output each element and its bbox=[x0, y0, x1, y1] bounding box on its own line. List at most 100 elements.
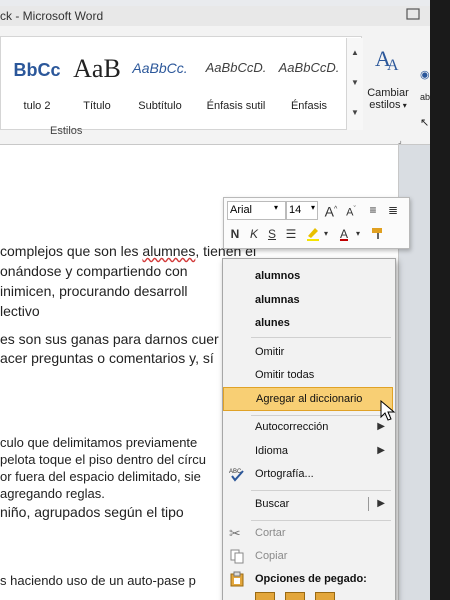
submenu-divider bbox=[368, 497, 369, 511]
chevron-down-icon: ▾ bbox=[400, 101, 407, 110]
style-sample: AaBbCcD. bbox=[205, 60, 267, 75]
replace-icon: ab bbox=[420, 92, 431, 102]
format-painter-icon[interactable] bbox=[369, 225, 387, 243]
copy-item[interactable]: Copiar bbox=[223, 545, 395, 567]
shrink-font-glyph: A bbox=[346, 206, 354, 219]
search-label: Buscar bbox=[255, 498, 290, 510]
misspelled-word[interactable]: alumnes bbox=[142, 243, 195, 259]
suggestion-item[interactable]: alumnas bbox=[223, 289, 395, 311]
window-title: ck - Microsoft Word bbox=[0, 9, 104, 23]
chevron-right-icon: ▶ bbox=[377, 445, 385, 456]
chevron-down-icon[interactable]: ▾ bbox=[311, 203, 315, 212]
mouse-pointer-icon bbox=[380, 399, 398, 422]
binoculars-icon: ◉ bbox=[420, 69, 430, 81]
chevron-down-icon[interactable]: ▾ bbox=[322, 225, 330, 243]
style-name: Énfasis bbox=[290, 100, 328, 112]
paste-keep-source-icon[interactable] bbox=[255, 592, 275, 600]
style-sample: AaBbCcD. bbox=[278, 60, 340, 75]
italic-button[interactable]: K bbox=[246, 225, 262, 243]
language-label: Idioma bbox=[255, 445, 289, 457]
highlighter-icon[interactable] bbox=[304, 225, 322, 243]
cursor-icon: ↖ bbox=[420, 117, 430, 129]
style-enfasis-sutil[interactable]: AaBbCcD. Énfasis sutil bbox=[199, 26, 273, 118]
doc-line: niño, agrupados según el tipo bbox=[0, 504, 184, 520]
font-size-value: 14 bbox=[289, 204, 302, 216]
paste-options-header: Opciones de pegado: bbox=[223, 568, 395, 590]
chevron-down-icon[interactable]: ▾ bbox=[274, 203, 278, 212]
copy-icon bbox=[229, 548, 245, 564]
doc-line: onándose y compartiendo con bbox=[0, 263, 188, 279]
omit-all-item[interactable]: Omitir todas bbox=[223, 364, 395, 386]
paste-text-only-icon[interactable] bbox=[315, 592, 335, 600]
suggestion-item[interactable]: alunes bbox=[223, 312, 395, 334]
doc-line: acer preguntas o comentarios y, sí bbox=[0, 350, 214, 366]
copy-label: Copiar bbox=[255, 550, 288, 562]
doc-line: culo que delimitamos previamente bbox=[0, 435, 198, 450]
omit-label: Omitir bbox=[255, 346, 285, 358]
doc-line: agregando reglas. bbox=[0, 486, 105, 501]
doc-line: es son sus ganas para darnos cuer bbox=[0, 331, 219, 347]
svg-text:A: A bbox=[387, 57, 399, 74]
grow-font-glyph: A bbox=[324, 203, 335, 220]
decrease-indent-icon[interactable]: ≡ bbox=[364, 201, 382, 219]
doc-line: pelota toque el piso dentro del círcu bbox=[0, 452, 206, 467]
autocorrect-label: Autocorrección bbox=[255, 421, 329, 433]
gallery-more-icon[interactable]: ▼ bbox=[347, 98, 363, 128]
doc-line: inimicen, procurando desarroll bbox=[0, 283, 188, 299]
autocorrect-item[interactable]: Autocorrección ▶ bbox=[223, 416, 395, 438]
ribbon: BbCc tulo 2 AaB Título AaBbCc. Subtítulo… bbox=[0, 26, 446, 145]
underline-button[interactable]: S bbox=[264, 225, 280, 243]
language-item[interactable]: Idioma ▶ bbox=[223, 440, 395, 462]
chevron-up-icon[interactable]: ▲ bbox=[347, 38, 363, 68]
context-menu: alumnos alumnas alunes Omitir Omitir tod… bbox=[222, 258, 396, 600]
style-name: Énfasis sutil bbox=[206, 100, 266, 112]
omit-all-label: Omitir todas bbox=[255, 369, 315, 381]
add-to-dictionary-label: Agregar al diccionario bbox=[256, 393, 363, 405]
gallery-scroll[interactable]: ▲ ▼ ▼ bbox=[346, 38, 363, 130]
styles-group-label: Estilos bbox=[50, 125, 83, 137]
change-styles-label-1: Cambiar bbox=[367, 87, 409, 99]
doc-line: or fuera del espacio delimitado, sie bbox=[0, 469, 201, 484]
style-subtitulo[interactable]: AaBbCc. Subtítulo bbox=[123, 26, 197, 118]
menu-separator bbox=[251, 337, 391, 338]
title-bar: ck - Microsoft Word bbox=[0, 6, 430, 26]
grow-font-icon[interactable]: A^ bbox=[322, 201, 340, 220]
shrink-font-icon[interactable]: Aˇ bbox=[342, 201, 360, 219]
chevron-down-icon[interactable]: ▼ bbox=[347, 68, 363, 98]
menu-separator bbox=[251, 490, 391, 491]
dialog-launcher-icon[interactable]: ⌟ bbox=[398, 136, 402, 145]
change-styles-button[interactable]: A A Cambiar estilos ▾ bbox=[364, 36, 412, 136]
window-control-icon[interactable] bbox=[404, 4, 424, 24]
font-color-button[interactable]: A bbox=[336, 225, 352, 243]
suggestion-item[interactable]: alumnos bbox=[223, 265, 395, 287]
change-styles-icon: A A bbox=[375, 46, 399, 74]
scissors-icon: ✂ bbox=[229, 525, 241, 541]
search-item[interactable]: Buscar ▶ bbox=[223, 493, 395, 515]
increase-indent-icon[interactable]: ≣ bbox=[384, 201, 402, 219]
change-styles-label-2: estilos bbox=[369, 99, 401, 111]
paste-merge-format-icon[interactable] bbox=[285, 592, 305, 600]
style-enfasis[interactable]: AaBbCcD. Énfasis bbox=[272, 26, 346, 118]
screen: ck - Microsoft Word BbCc tulo 2 AaB Títu… bbox=[0, 0, 450, 600]
spelling-label: Ortografía... bbox=[255, 468, 314, 480]
suggestion-label: alumnos bbox=[255, 270, 301, 282]
doc-line: lectivo bbox=[0, 303, 40, 319]
screen-edge bbox=[430, 0, 450, 600]
doc-line: s haciendo uso de un auto-pase p bbox=[0, 573, 196, 588]
doc-line: complejos que son les alumnes, tienen el bbox=[0, 243, 256, 259]
spelling-item[interactable]: ABC Ortografía... bbox=[223, 463, 395, 485]
chevron-right-icon: ▶ bbox=[377, 498, 385, 509]
add-to-dictionary-item[interactable]: Agregar al diccionario bbox=[223, 387, 393, 411]
suggestion-label: alumnas bbox=[255, 294, 300, 306]
bold-button[interactable]: N bbox=[227, 225, 243, 243]
clipboard-icon bbox=[229, 571, 245, 587]
cut-item[interactable]: ✂ Cortar bbox=[223, 522, 395, 544]
menu-separator bbox=[251, 520, 391, 521]
chevron-down-icon[interactable]: ▾ bbox=[354, 225, 362, 243]
style-name: Subtítulo bbox=[138, 100, 182, 112]
font-name-value: Arial bbox=[230, 204, 253, 216]
paste-options-label: Opciones de pegado: bbox=[255, 573, 367, 585]
center-align-icon[interactable]: ☰ bbox=[282, 225, 300, 243]
style-sample: AaBbCc. bbox=[132, 60, 188, 76]
omit-item[interactable]: Omitir bbox=[223, 341, 395, 363]
